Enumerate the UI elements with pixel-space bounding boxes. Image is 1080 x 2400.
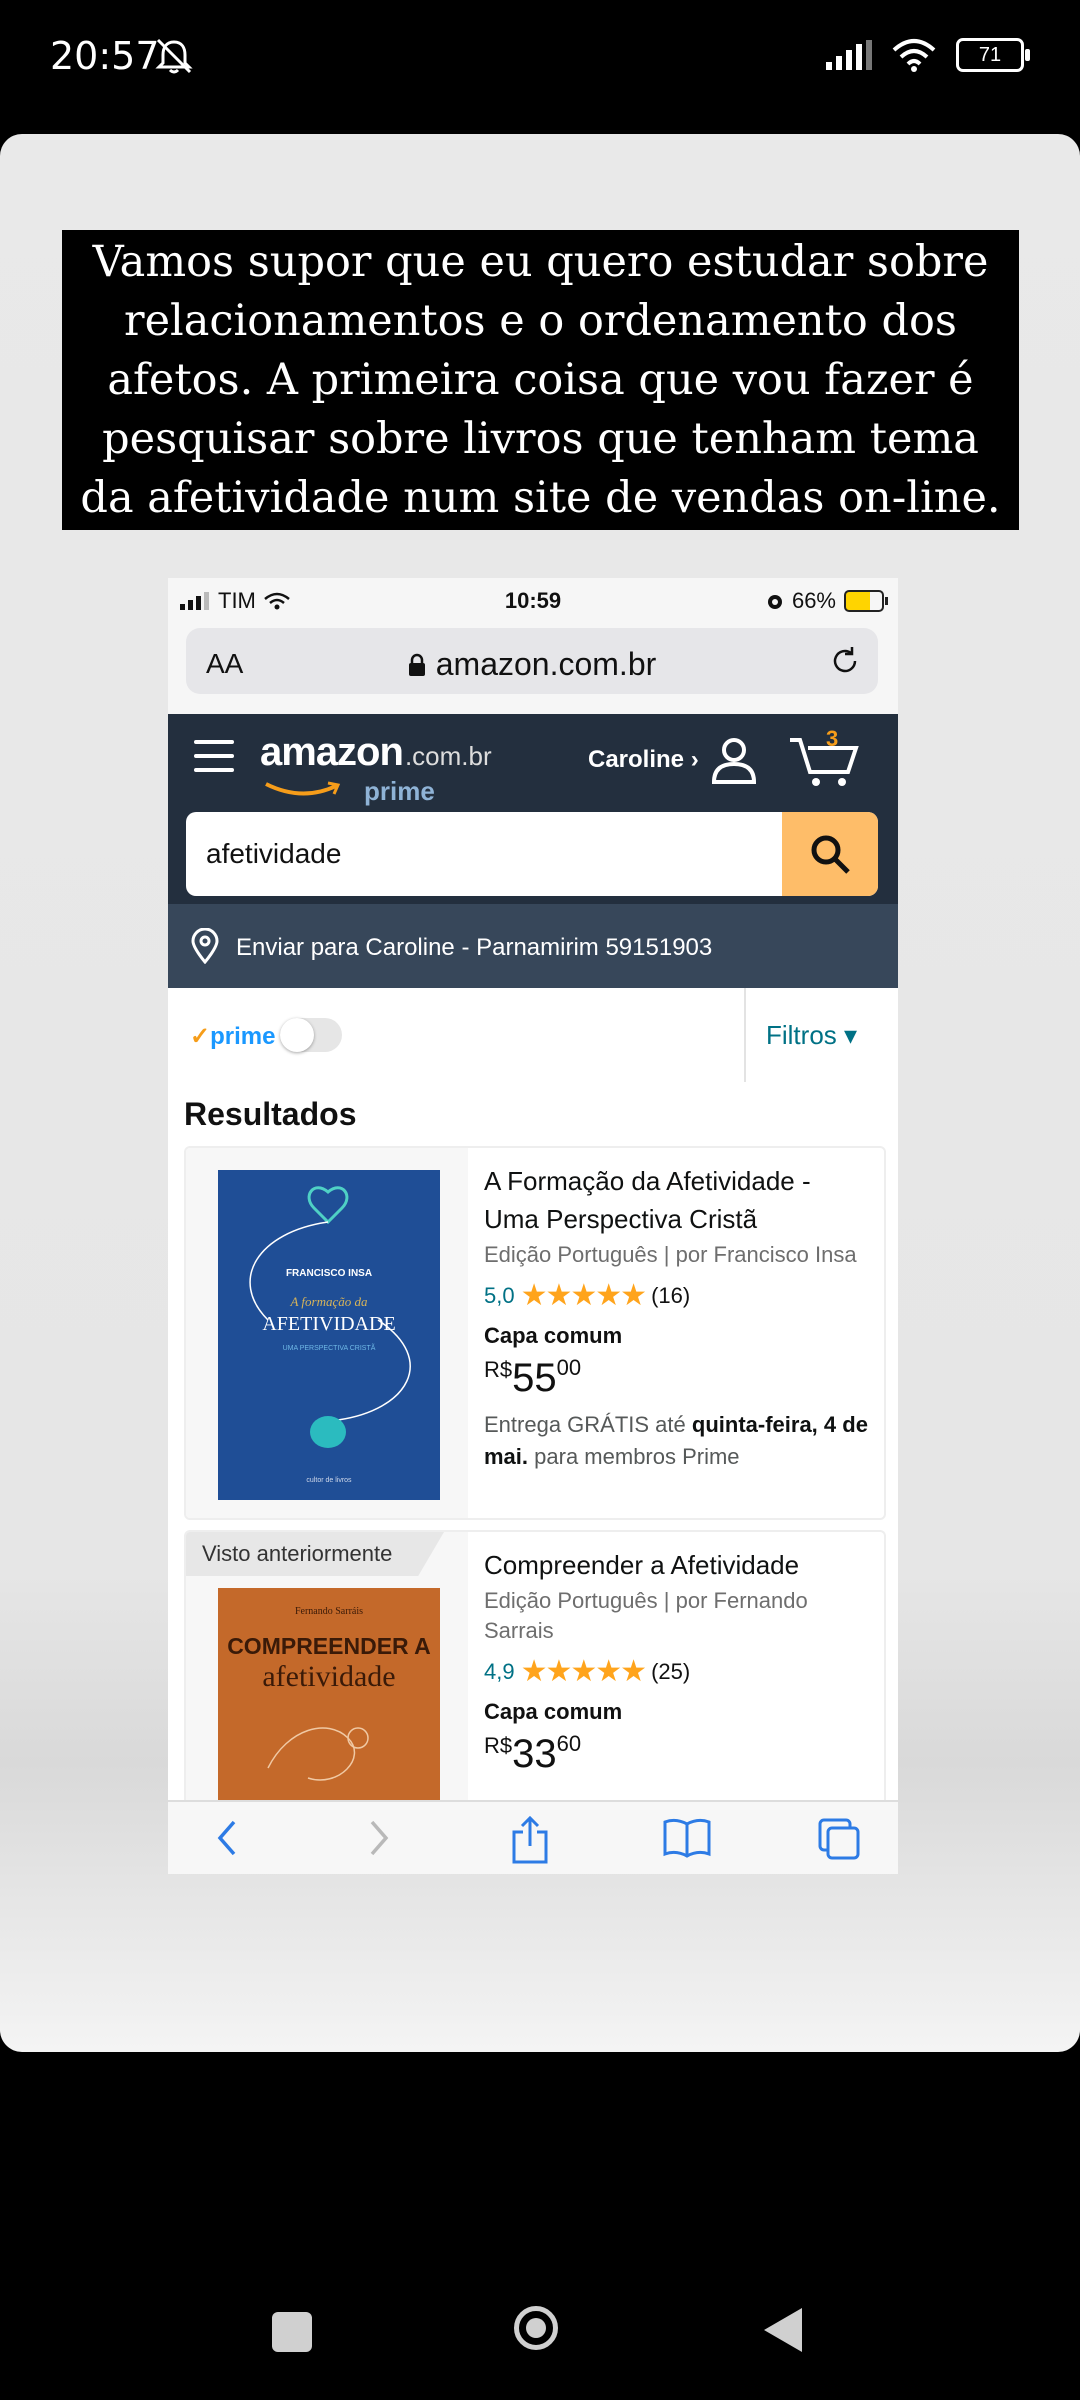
embedded-screenshot: TIM 10:59 66% AA amazon.com.br amazon.co…	[168, 578, 898, 1874]
book-cover-2: Fernando Sarráis COMPREENDER A afetivida…	[218, 1588, 440, 1822]
bookmarks-icon[interactable]	[662, 1816, 712, 1860]
product-image[interactable]: FRANCISCO INSA A formação da AFETIVIDADE…	[186, 1148, 468, 1518]
cover-line1: COMPREENDER A	[227, 1633, 431, 1659]
book-cover-1: FRANCISCO INSA A formação da AFETIVIDADE…	[218, 1170, 440, 1500]
cart-icon[interactable]	[788, 730, 862, 790]
review-count: (25)	[651, 1658, 691, 1684]
battery-level: 71	[978, 43, 1002, 66]
review-count: (16)	[651, 1282, 691, 1308]
deliver-to-bar[interactable]: Enviar para Caroline - Parnamirim 591519…	[168, 904, 898, 988]
product-price: R$5500	[484, 1355, 872, 1401]
product-info: A Formação da Afetividade - Uma Perspect…	[484, 1162, 872, 1473]
results-heading: Resultados	[184, 1096, 357, 1132]
back-arrow-icon[interactable]	[212, 1816, 242, 1860]
price-integer: 33	[512, 1732, 557, 1776]
logo-text: amazon	[260, 730, 404, 774]
cover-publisher: cultor de livros	[306, 1477, 352, 1484]
url-text: amazon.com.br	[435, 646, 657, 682]
product-meta: Edição Português | por Francisco Insa	[484, 1242, 857, 1267]
rating-value: 4,9	[484, 1658, 515, 1684]
product-meta: Edição Português | por Fernando Sarrais	[484, 1588, 808, 1643]
tabs-icon[interactable]	[816, 1816, 862, 1862]
user-icon[interactable]	[708, 734, 760, 786]
battery-icon: 71	[956, 38, 1030, 72]
rating-value: 5,0	[484, 1282, 515, 1308]
location-pin-icon	[191, 928, 219, 964]
cart-count: 3	[826, 726, 839, 751]
alarm-icon	[767, 595, 782, 609]
safari-address-bar[interactable]: AA amazon.com.br	[186, 628, 878, 694]
logo-prime: prime	[364, 776, 435, 806]
product-format: Capa comum	[484, 1323, 623, 1348]
search-icon	[811, 835, 850, 874]
price-integer: 55	[512, 1356, 557, 1400]
url-display[interactable]: amazon.com.br	[186, 646, 878, 683]
story-caption: Vamos supor que eu quero estudar sobre r…	[62, 230, 1019, 530]
prime-toggle-label: ✓prime	[190, 1023, 276, 1050]
signal-icon	[826, 40, 872, 70]
search-input[interactable]: afetividade	[206, 838, 341, 870]
account-link[interactable]: Caroline ›	[588, 746, 699, 774]
prime-toggle[interactable]	[280, 1018, 342, 1052]
filter-divider	[744, 988, 746, 1082]
price-decimal: 00	[556, 1355, 582, 1380]
cover-title: AFETIVIDADE	[262, 1313, 395, 1335]
amazon-header: amazon.com.br prime Caroline › 3 afetivi…	[168, 714, 898, 904]
share-icon[interactable]	[510, 1816, 550, 1864]
product-card[interactable]: FRANCISCO INSA A formação da AFETIVIDADE…	[184, 1146, 886, 1520]
prime-label-text: prime	[210, 1023, 276, 1050]
filter-bar: ✓prime Filtros ▾	[168, 988, 898, 1084]
filters-button[interactable]: Filtros ▾	[766, 1020, 857, 1051]
price-currency: R$	[484, 1733, 513, 1758]
price-currency: R$	[484, 1357, 513, 1382]
story-card: Vamos supor que eu quero estudar sobre r…	[0, 134, 1080, 2052]
logo-domain: .com.br	[404, 741, 492, 771]
delivery-suffix: para membros Prime	[534, 1444, 740, 1469]
ios-battery-percent: 66%	[791, 588, 836, 613]
hamburger-menu-icon[interactable]	[194, 740, 234, 774]
search-bar[interactable]: afetividade	[186, 812, 878, 896]
search-button[interactable]	[782, 812, 878, 896]
reload-icon[interactable]	[828, 644, 862, 678]
previously-viewed-badge: Visto anteriormente	[186, 1532, 444, 1576]
bell-muted-icon	[155, 38, 193, 74]
cover-tagline: UMA PERSPECTIVA CRISTÃ	[283, 1343, 376, 1352]
forward-arrow-icon[interactable]	[364, 1816, 394, 1860]
product-info: Compreender a Afetividade Edição Portugu…	[484, 1546, 872, 1777]
deliver-address: Enviar para Caroline - Parnamirim 591519…	[236, 934, 713, 961]
product-title[interactable]: A Formação da Afetividade - Uma Perspect…	[484, 1162, 872, 1238]
product-title[interactable]: Compreender a Afetividade	[484, 1546, 872, 1584]
ios-battery-icon	[844, 590, 888, 612]
cover-author: FRANCISCO INSA	[286, 1268, 372, 1279]
status-time: 20:57	[50, 34, 160, 78]
recents-button[interactable]	[272, 2312, 312, 2352]
product-format: Capa comum	[484, 1699, 623, 1724]
android-status-bar: 20:57 71	[0, 0, 1080, 120]
product-rating[interactable]: 5,0 ★★★★★ (16)	[484, 1278, 872, 1313]
amazon-smile-icon	[265, 781, 341, 796]
delivery-info: Entrega GRÁTIS até quinta-feira, 4 de ma…	[484, 1409, 872, 1473]
product-price: R$3360	[484, 1731, 872, 1777]
safari-toolbar	[168, 1800, 898, 1874]
results-list: Resultados FRANCISCO INSA A formação da …	[168, 1082, 898, 1822]
product-rating[interactable]: 4,9 ★★★★★ (25)	[484, 1654, 872, 1689]
product-card[interactable]: Fernando Sarráis COMPREENDER A afetivida…	[184, 1530, 886, 1822]
price-decimal: 60	[556, 1731, 582, 1756]
back-button[interactable]	[764, 2308, 802, 2352]
delivery-prefix: Entrega GRÁTIS até	[484, 1412, 686, 1437]
home-button[interactable]	[514, 2306, 558, 2350]
star-rating-icon: ★★★★★	[520, 1279, 647, 1312]
amazon-logo[interactable]: amazon.com.br prime	[260, 730, 492, 806]
wifi-icon	[892, 39, 936, 72]
cover-subtitle: A formação da	[289, 1294, 368, 1309]
star-rating-icon: ★★★★★	[520, 1655, 647, 1688]
ios-status-bar: TIM 10:59 66%	[168, 578, 898, 622]
lock-icon	[408, 653, 425, 676]
cover-line2: afetividade	[262, 1660, 395, 1693]
cover-author: Fernando Sarráis	[295, 1606, 363, 1617]
